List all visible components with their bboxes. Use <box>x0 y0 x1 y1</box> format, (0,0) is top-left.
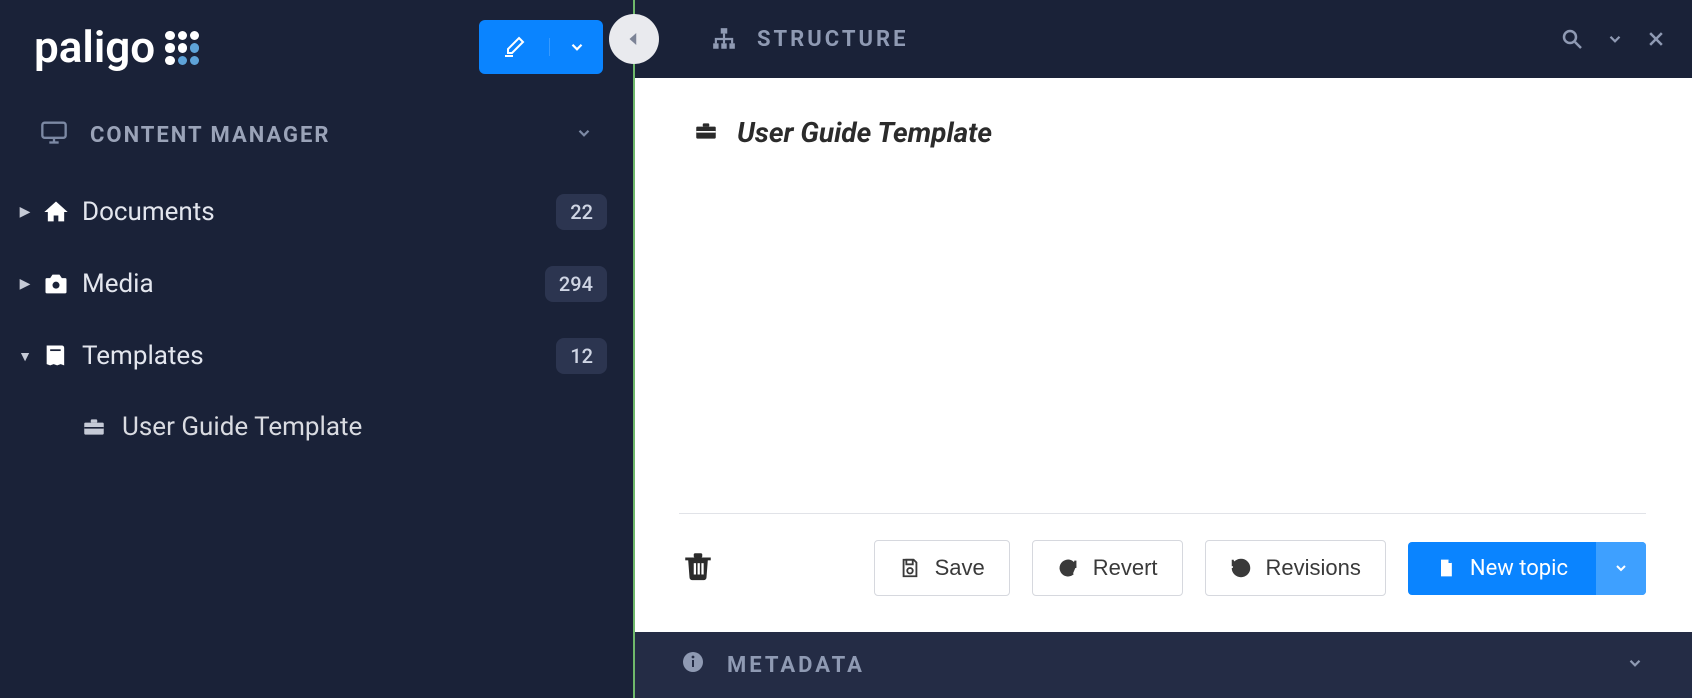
structure-title: STRUCTURE <box>711 26 908 52</box>
info-icon <box>681 650 705 680</box>
document-title-row[interactable]: User Guide Template <box>693 116 1632 149</box>
history-icon <box>1230 557 1252 579</box>
structure-header: STRUCTURE <box>633 0 1692 78</box>
chevron-down-icon <box>575 123 593 148</box>
sidebar-header: paligo <box>0 0 633 88</box>
document-title: User Guide Template <box>737 116 992 149</box>
canvas-body: User Guide Template <box>633 78 1692 513</box>
content-manager-header[interactable]: CONTENT MANAGER <box>0 88 633 176</box>
sidebar-item-label: Templates <box>76 341 556 371</box>
delete-button[interactable] <box>681 549 715 587</box>
home-icon <box>36 198 76 226</box>
structure-label: STRUCTURE <box>757 27 908 52</box>
close-button[interactable] <box>1646 29 1666 49</box>
expand-icon[interactable]: ▶ <box>14 204 36 220</box>
accent-strip <box>633 0 635 698</box>
revisions-button[interactable]: Revisions <box>1205 540 1386 596</box>
save-label: Save <box>935 555 985 581</box>
structure-dropdown-button[interactable] <box>1606 30 1624 48</box>
file-icon <box>1436 557 1456 579</box>
revisions-label: Revisions <box>1266 555 1361 581</box>
count-badge: 22 <box>556 194 607 230</box>
book-icon <box>36 342 76 370</box>
sidebar-item-documents[interactable]: ▶ Documents 22 <box>0 176 633 248</box>
save-button[interactable]: Save <box>874 540 1010 596</box>
count-badge: 294 <box>545 266 607 302</box>
sidebar-item-templates[interactable]: ▼ Templates 12 <box>0 320 633 392</box>
content-manager-label: CONTENT MANAGER <box>90 123 331 148</box>
monitor-icon <box>40 118 68 152</box>
chevron-down-icon <box>1626 653 1644 678</box>
edit-icon[interactable] <box>479 35 549 59</box>
collapse-panel-button[interactable] <box>609 14 659 64</box>
sidebar-item-media[interactable]: ▶ Media 294 <box>0 248 633 320</box>
refresh-icon <box>1057 557 1079 579</box>
save-icon <box>899 557 921 579</box>
new-topic-dropdown-button[interactable] <box>1596 542 1646 595</box>
new-topic-button[interactable]: New topic <box>1408 542 1646 595</box>
sidebar-item-user-guide-template[interactable]: User Guide Template <box>0 392 633 462</box>
metadata-header[interactable]: METADATA <box>633 632 1692 698</box>
new-topic-label: New topic <box>1470 556 1568 581</box>
canvas-toolbar: Save Revert Revisions New topic <box>679 513 1646 632</box>
main-panel: STRUCTURE User Guide Template <box>633 0 1692 698</box>
revert-button[interactable]: Revert <box>1032 540 1183 596</box>
sidebar-item-label: Media <box>76 269 545 299</box>
briefcase-icon <box>693 118 719 148</box>
camera-icon <box>36 270 76 298</box>
create-button[interactable] <box>479 20 603 74</box>
sidebar-item-label: Documents <box>76 197 556 227</box>
briefcase-icon <box>74 414 114 440</box>
structure-actions <box>1560 27 1666 51</box>
sitemap-icon <box>711 26 737 52</box>
logo-text: paligo <box>34 21 155 73</box>
count-badge: 12 <box>556 338 607 374</box>
sidebar: paligo CONTENT MANAGER ▶ <box>0 0 633 698</box>
sidebar-child-label: User Guide Template <box>114 412 362 442</box>
metadata-label: METADATA <box>727 653 865 678</box>
expand-icon[interactable]: ▶ <box>14 276 36 292</box>
structure-canvas: User Guide Template Save Revert Revision… <box>633 78 1692 632</box>
logo-dots-icon <box>165 31 199 65</box>
search-button[interactable] <box>1560 27 1584 51</box>
collapse-icon[interactable]: ▼ <box>14 348 36 365</box>
app-logo[interactable]: paligo <box>34 21 479 73</box>
revert-label: Revert <box>1093 555 1158 581</box>
create-dropdown-button[interactable] <box>549 38 603 56</box>
